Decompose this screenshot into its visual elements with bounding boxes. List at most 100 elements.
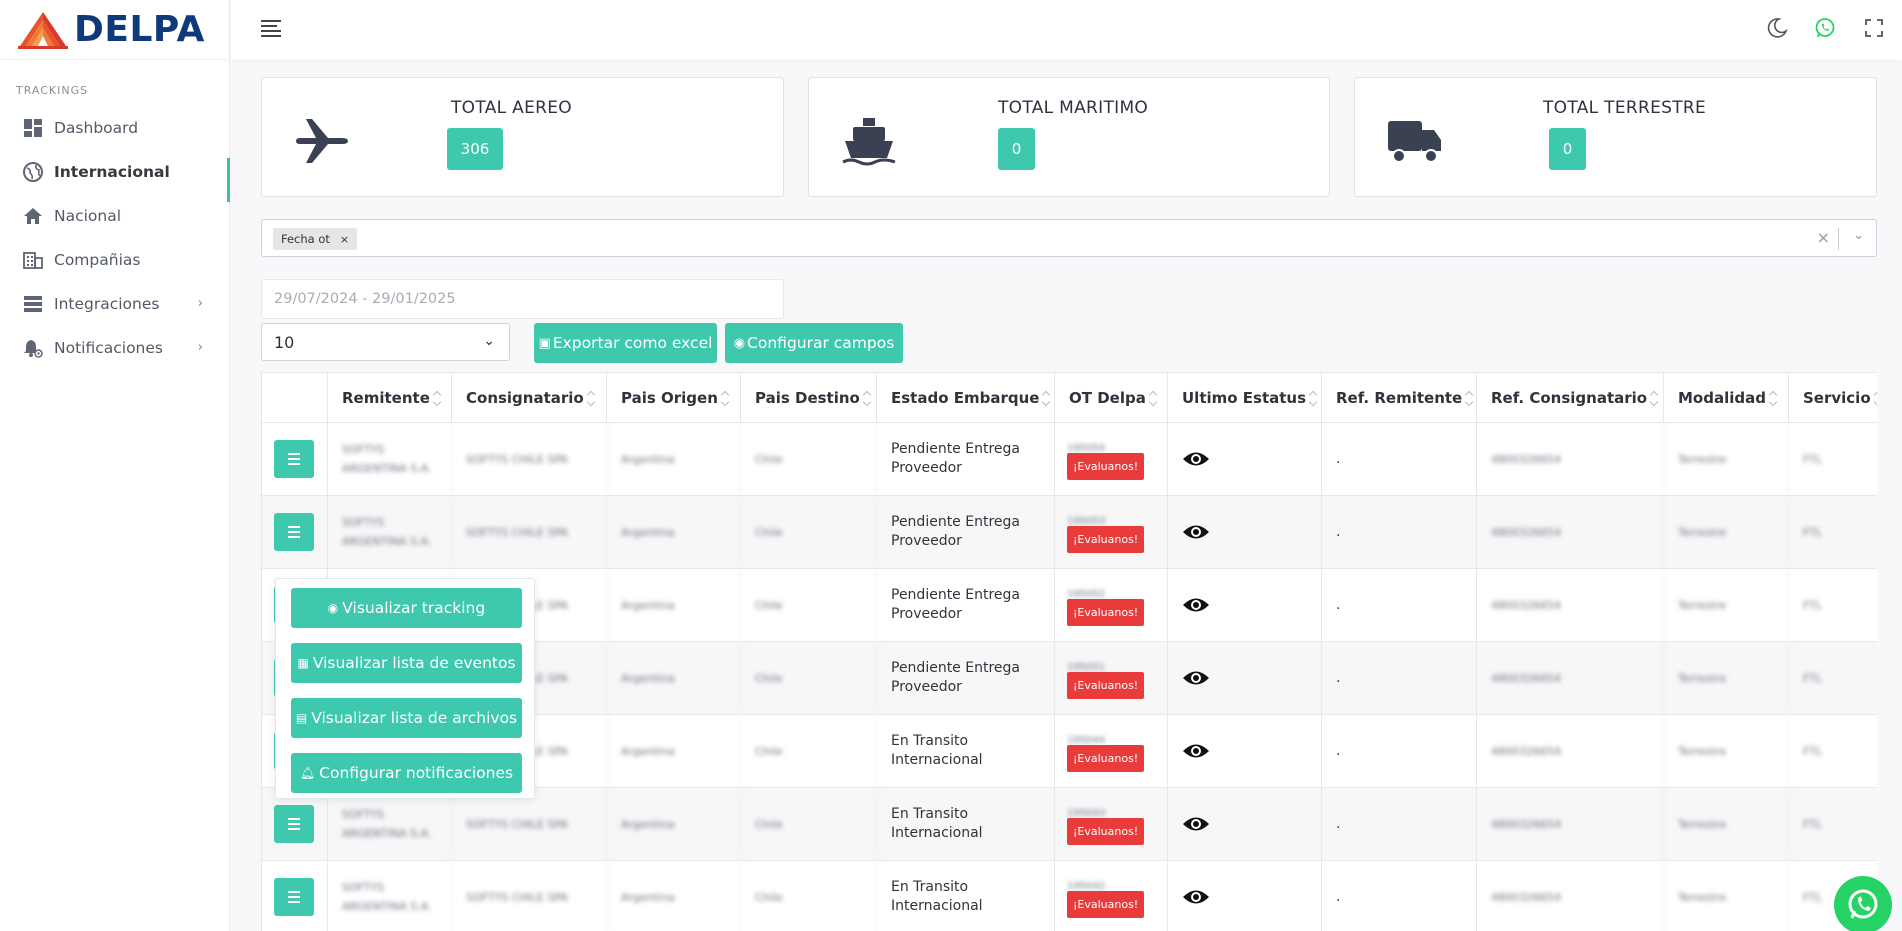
view-tracking-button[interactable]: ◉ Visualizar tracking — [291, 588, 522, 628]
eye-icon[interactable] — [1182, 742, 1210, 760]
cell-consignatario: SOFTYS CHILE SPA — [452, 496, 607, 568]
cell-pais-origen-text: Argentina — [621, 890, 675, 904]
view-files-button[interactable]: ▤ Visualizar lista de archivos — [291, 698, 522, 738]
row-actions-cell — [262, 861, 328, 931]
column-ref-remitente[interactable]: Ref. Remitente — [1322, 373, 1477, 423]
cell-ref-consignatario-text: 4800326654 — [1491, 744, 1561, 758]
cell-estado-embarque-text: En Transito Internacional — [891, 879, 983, 914]
cell-estado-embarque: En Transito Internacional — [877, 861, 1055, 931]
column-ultimo-estatus[interactable]: Ultimo Estatus — [1168, 373, 1322, 423]
truck-icon — [1388, 121, 1441, 163]
cell-pais-origen: Argentina — [607, 423, 741, 495]
eye-icon[interactable] — [1182, 596, 1210, 614]
row-menu-button[interactable] — [274, 513, 314, 551]
whatsapp-chat-button[interactable] — [1834, 876, 1892, 931]
cell-estado-embarque-text: Pendiente Entrega Proveedor — [891, 514, 1020, 549]
eye-icon[interactable] — [1182, 815, 1210, 833]
dark-mode-moon-icon[interactable] — [1765, 16, 1789, 40]
column-ot-delpa[interactable]: OT Delpa — [1055, 373, 1168, 423]
column-pais-origen[interactable]: Pais Origen — [607, 373, 741, 423]
eye-icon[interactable] — [1182, 450, 1210, 468]
row-actions-cell — [262, 496, 328, 568]
sidebar-item-dashboard[interactable]: Dashboard — [0, 106, 229, 150]
configure-notifications-button[interactable]: 🔔︎ Configurar notificaciones — [291, 753, 522, 793]
page-size-select[interactable]: 10 ⌄ — [261, 323, 510, 361]
cell-pais-origen-text: Argentina — [621, 525, 675, 539]
cell-pais-destino-text: Chile — [755, 598, 783, 612]
column-modalidad[interactable]: Modalidad — [1664, 373, 1789, 423]
cell-estado-embarque-text: Pendiente Entrega Proveedor — [891, 587, 1020, 622]
cell-pais-origen: Argentina — [607, 496, 741, 568]
row-actions-cell — [262, 423, 328, 495]
stat-card-aereo: TOTAL AEREO 306 — [261, 77, 784, 197]
cell-estado-embarque: Pendiente Entrega Proveedor — [877, 569, 1055, 641]
cell-remitente-text: SOFTYS ARGENTINA S.A. — [342, 808, 432, 840]
sidebar-item-integraciones[interactable]: Integraciones › — [0, 282, 229, 326]
cell-ref-remitente: . — [1322, 423, 1477, 495]
cell-estado-embarque: En Transito Internacional — [877, 715, 1055, 787]
chip-remove-icon[interactable]: × — [340, 233, 349, 246]
cell-servicio-text: FTL — [1803, 452, 1822, 466]
sidebar-item-internacional[interactable]: Internacional — [0, 150, 230, 202]
file-icon: ▤ — [295, 711, 308, 725]
cell-pais-origen: Argentina — [607, 861, 741, 931]
column-estado-embarque[interactable]: Estado Embarque — [877, 373, 1055, 423]
row-menu-button[interactable] — [274, 440, 314, 478]
column-consignatario[interactable]: Consignatario — [452, 373, 607, 423]
cell-ultimo-estatus — [1168, 642, 1322, 714]
cell-ref-consignatario: 4800326654 — [1477, 496, 1664, 568]
ot-number: 195054 — [1067, 442, 1106, 454]
eye-icon: ◉ — [327, 601, 339, 615]
cell-servicio: FTL — [1789, 496, 1877, 568]
column-pais-destino[interactable]: Pais Destino — [741, 373, 877, 423]
row-menu-button[interactable] — [274, 805, 314, 843]
cell-ref-remitente-text: . — [1336, 742, 1341, 759]
filter-chip: Fecha ot × — [273, 228, 358, 250]
sort-icon — [434, 389, 442, 407]
evaluate-button[interactable]: ¡Evaluanos! — [1067, 817, 1145, 845]
menu-toggle-icon[interactable] — [261, 20, 281, 37]
sidebar-item-companias[interactable]: Compañias — [0, 238, 229, 282]
column-ref-consignatario[interactable]: Ref. Consignatario — [1477, 373, 1664, 423]
cell-consignatario-text: SOFTYS CHILE SPA — [466, 817, 568, 831]
export-excel-button[interactable]: ▣ Exportar como excel — [534, 323, 717, 363]
view-events-button[interactable]: ▦ Visualizar lista de eventos — [291, 643, 522, 683]
evaluate-button[interactable]: ¡Evaluanos! — [1067, 452, 1145, 480]
evaluate-button[interactable]: ¡Evaluanos! — [1067, 744, 1145, 772]
column-actions — [262, 373, 328, 423]
excel-file-icon: ▣ — [538, 335, 551, 351]
evaluate-button[interactable]: ¡Evaluanos! — [1067, 525, 1145, 553]
row-menu-button[interactable] — [274, 878, 314, 916]
chevron-down-icon[interactable]: ⌄ — [1853, 228, 1864, 243]
eye-icon[interactable] — [1182, 669, 1210, 687]
stat-card-terrestre: TOTAL TERRESTRE 0 — [1354, 77, 1877, 197]
clear-icon[interactable]: × — [1817, 228, 1830, 247]
cell-modalidad: Terrestre — [1664, 715, 1789, 787]
sidebar-item-notificaciones[interactable]: Notificaciones › — [0, 326, 229, 370]
dashboard-icon — [22, 118, 44, 138]
ot-number: 195043 — [1067, 807, 1106, 819]
column-servicio[interactable]: Servicio — [1789, 373, 1877, 423]
configure-fields-button[interactable]: ◉ Configurar campos — [725, 323, 903, 363]
evaluate-button[interactable]: ¡Evaluanos! — [1067, 890, 1145, 918]
evaluate-button[interactable]: ¡Evaluanos! — [1067, 671, 1145, 699]
eye-icon[interactable] — [1182, 888, 1210, 906]
sort-icon — [588, 389, 596, 407]
whatsapp-icon[interactable] — [1813, 16, 1837, 40]
filter-multiselect[interactable]: Fecha ot × × ⌄ — [261, 219, 1877, 257]
cell-ultimo-estatus — [1168, 715, 1322, 787]
fullscreen-icon[interactable] — [1862, 16, 1886, 40]
cell-ot-delpa: 195053 ¡Evaluanos! — [1055, 496, 1168, 568]
cell-servicio-text: FTL — [1803, 744, 1822, 758]
brand-logo[interactable]: DELPA — [0, 0, 229, 60]
date-range-input[interactable]: 29/07/2024 - 29/01/2025 — [261, 279, 784, 319]
sidebar-item-nacional[interactable]: Nacional — [0, 194, 229, 238]
cell-modalidad: Terrestre — [1664, 861, 1789, 931]
eye-icon[interactable] — [1182, 523, 1210, 541]
cell-pais-origen-text: Argentina — [621, 671, 675, 685]
stat-value-badge: 0 — [1549, 128, 1586, 170]
evaluate-button[interactable]: ¡Evaluanos! — [1067, 598, 1145, 626]
cell-servicio-text: FTL — [1803, 890, 1822, 904]
cell-modalidad: Terrestre — [1664, 496, 1789, 568]
column-remitente[interactable]: Remitente — [328, 373, 452, 423]
